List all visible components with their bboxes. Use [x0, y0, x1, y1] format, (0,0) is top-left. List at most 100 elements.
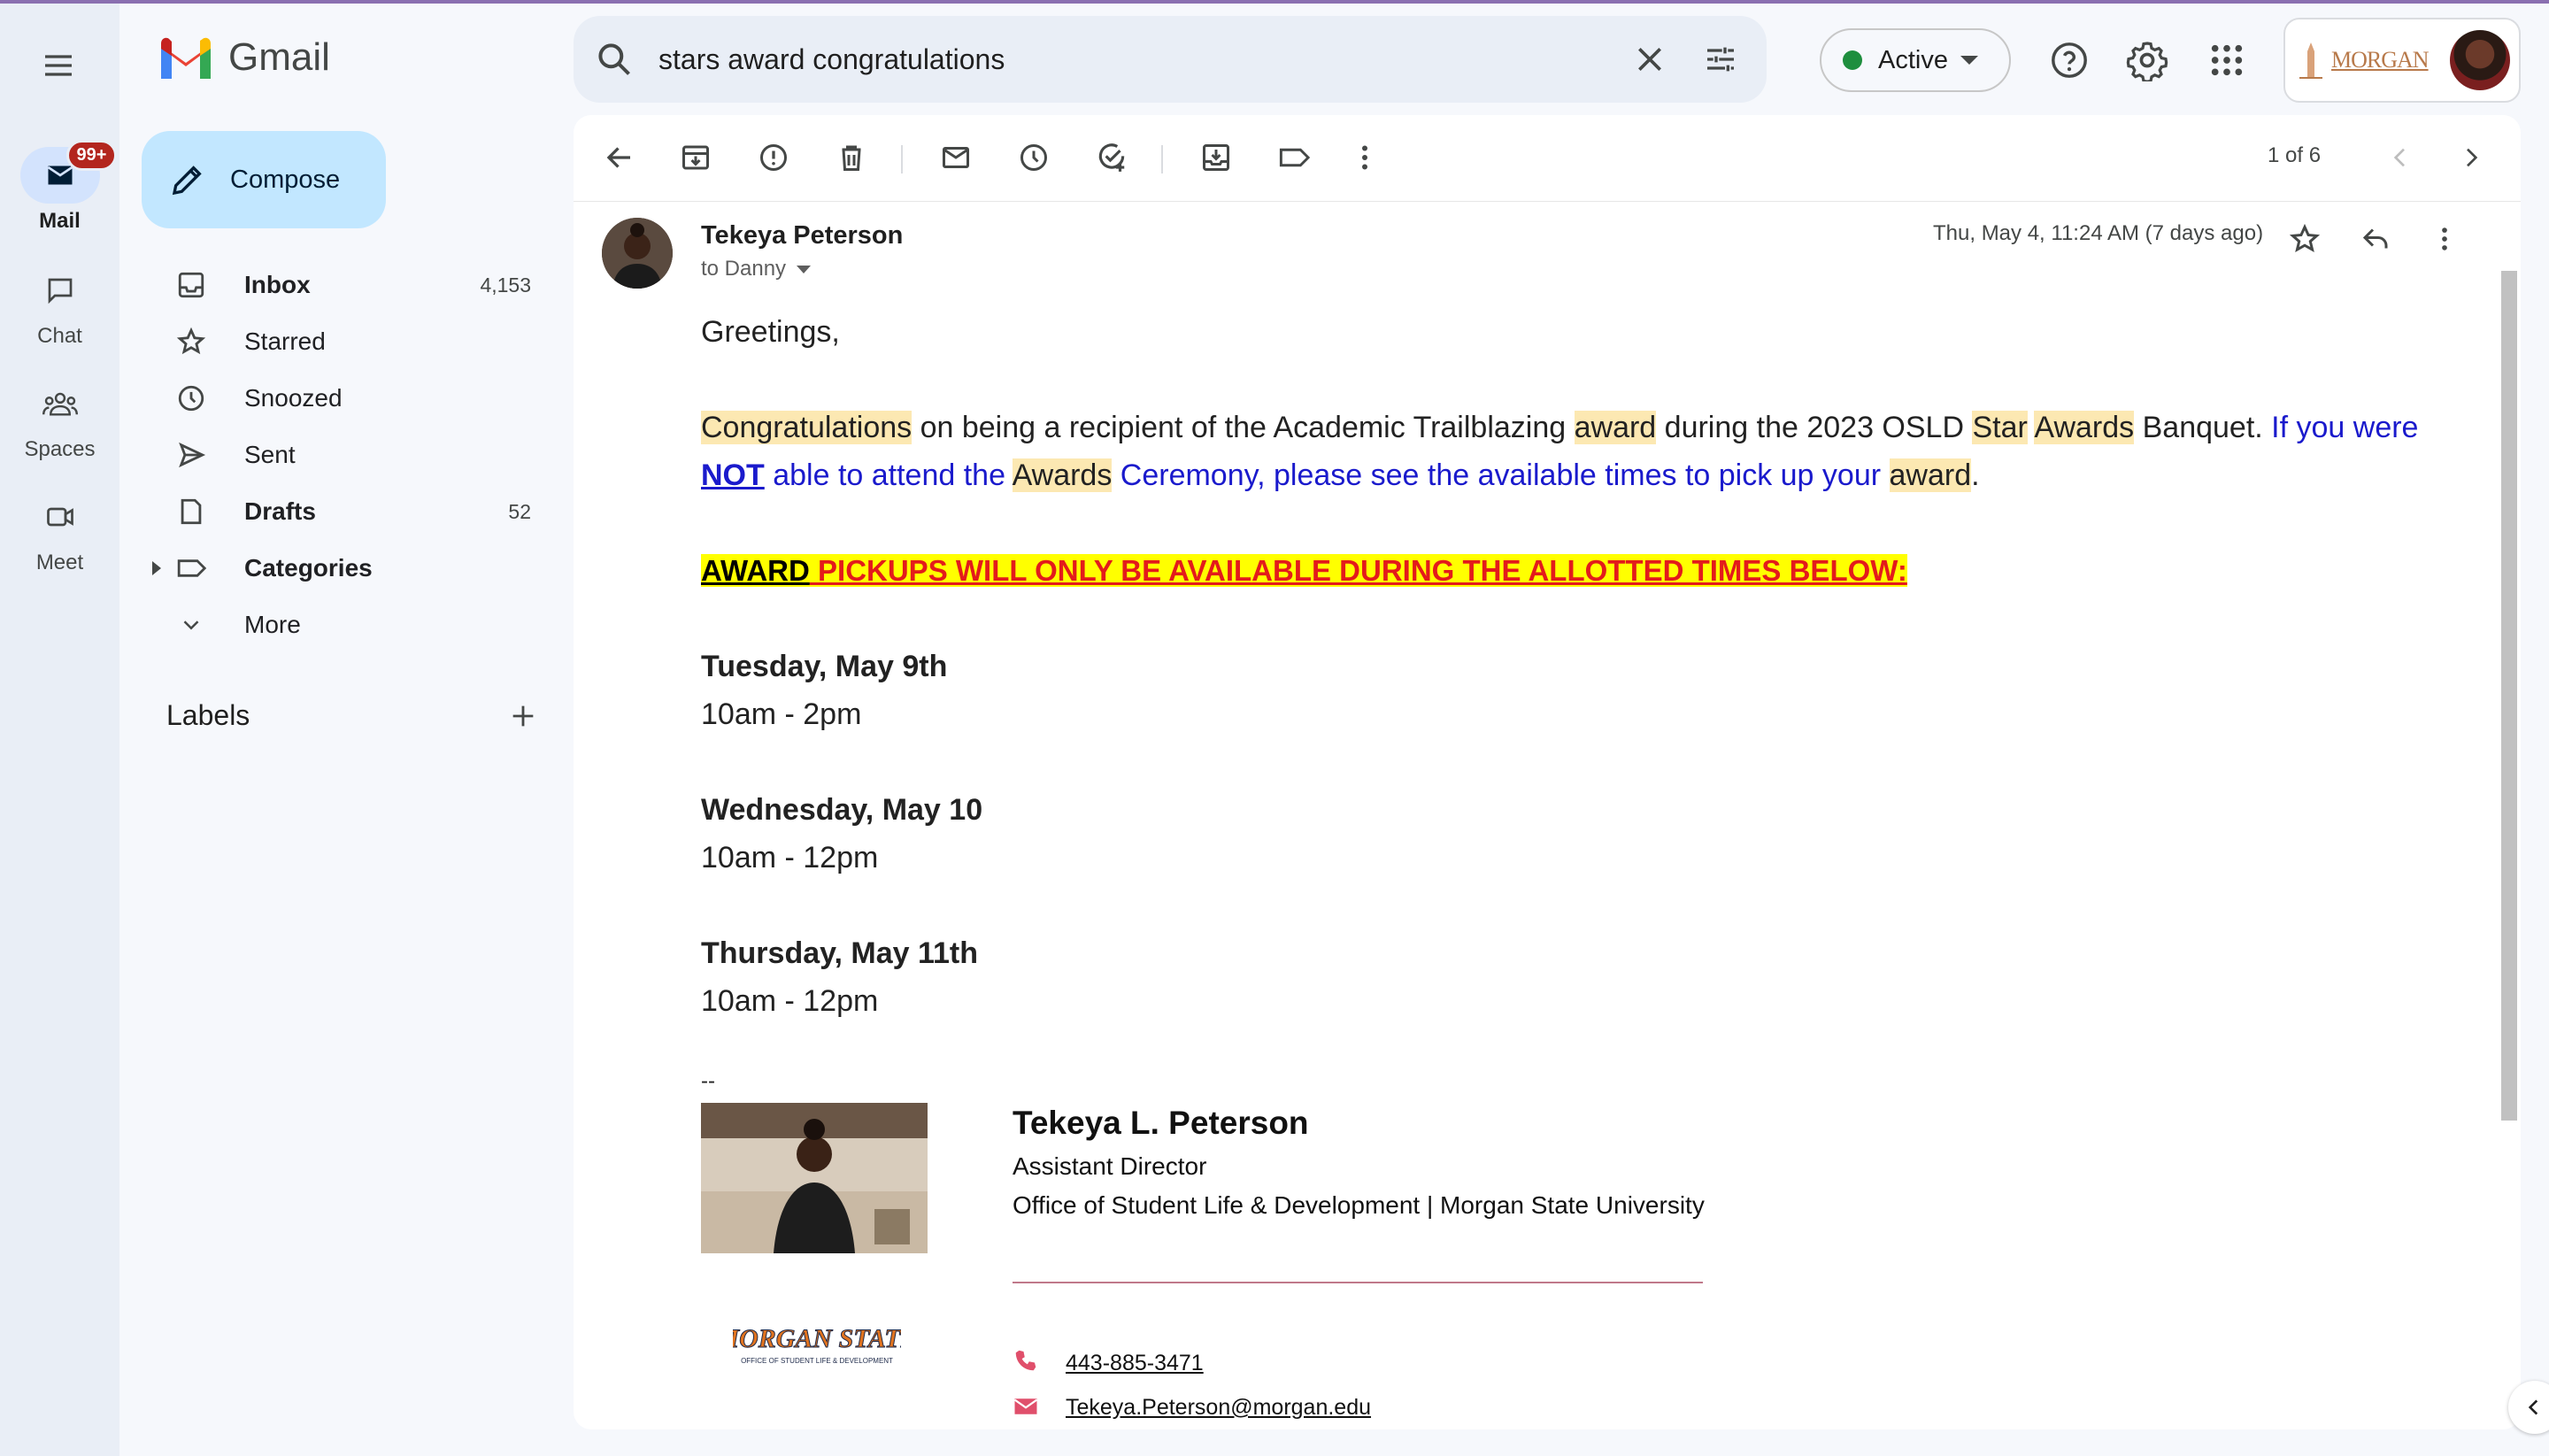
phone-icon [1015, 1350, 1036, 1371]
nav-label-categories: Categories [244, 554, 373, 582]
nav-item-inbox[interactable]: Inbox 4,153 [142, 257, 549, 313]
nav-item-sent[interactable]: Sent [142, 427, 549, 483]
clock-icon [173, 381, 209, 416]
status-dot [1843, 50, 1862, 70]
clock-icon [1020, 144, 1047, 171]
rail-item-chat[interactable]: Chat [0, 262, 119, 349]
snooze-button[interactable] [1009, 133, 1059, 182]
schedule-day: Thursday, May 11th [701, 936, 979, 970]
schedule-time: 10am - 12pm [701, 984, 879, 1018]
nav-item-drafts[interactable]: Drafts 52 [142, 483, 549, 540]
mail-icon: 99+ [19, 140, 118, 204]
nav-item-starred[interactable]: Starred [142, 313, 549, 370]
move-to-inbox-icon [1203, 144, 1229, 171]
nav-item-categories[interactable]: Categories [142, 540, 549, 597]
search-bar [574, 16, 1767, 103]
org-logo-text: MORGAN [2331, 47, 2430, 73]
signature-name: Tekeya L. Peterson [1013, 1105, 1309, 1141]
mark-unread-button[interactable] [931, 133, 981, 182]
search-options-button[interactable] [1696, 35, 1745, 84]
logo-wordmark: MORGAN STATE [733, 1324, 901, 1353]
rail-item-spaces[interactable]: Spaces [0, 375, 119, 462]
message-more-button[interactable] [2420, 214, 2469, 264]
back-button[interactable] [595, 133, 644, 182]
signature-phone-link[interactable]: 443-885-3471 [1066, 1351, 1204, 1376]
inbox-icon [173, 267, 209, 303]
gmail-logo[interactable]: Gmail [158, 35, 330, 80]
pager-text: 1 of 6 [2268, 143, 2322, 167]
rail-label-meet: Meet [35, 551, 84, 574]
rail-item-mail[interactable]: 99+ Mail [0, 140, 119, 234]
nav-count-drafts: 52 [508, 499, 531, 523]
greeting: Greetings, [701, 315, 840, 349]
logo-subtext: OFFICE OF STUDENT LIFE & DEVELOPMENT [741, 1357, 893, 1365]
signature-photo [701, 1103, 928, 1253]
status-selector[interactable]: Active [1820, 28, 2011, 92]
signature-separator: -- [701, 1069, 715, 1093]
avatar[interactable] [2450, 30, 2510, 90]
pencil-icon [172, 166, 202, 196]
toolbar-divider [901, 145, 903, 173]
search-input[interactable] [658, 42, 1604, 76]
signature-divider [1013, 1282, 1703, 1283]
nav-item-more[interactable]: More [142, 597, 549, 653]
help-button[interactable] [2043, 34, 2096, 87]
more-actions-button[interactable] [1340, 133, 1390, 182]
body-paragraph: Congratulations on being a recipient of … [701, 404, 2453, 499]
account-switcher[interactable]: MORGAN [2283, 18, 2521, 103]
older-button[interactable] [2446, 133, 2496, 182]
settings-button[interactable] [2121, 34, 2174, 87]
add-label-icon[interactable] [508, 701, 538, 731]
highlight-term: award [1574, 411, 1657, 444]
body-text-blue: Ceremony, please see the available times… [1112, 458, 1890, 492]
more-vert-icon [1362, 145, 1367, 170]
sender-name[interactable]: Tekeya Peterson [701, 221, 903, 250]
body-text: . [1971, 458, 1980, 492]
nav-label-inbox: Inbox [244, 271, 311, 298]
tune-icon [1707, 47, 1734, 72]
send-icon [173, 437, 209, 473]
apps-button[interactable] [2200, 34, 2253, 87]
labels-button[interactable] [1269, 133, 1319, 182]
archive-button[interactable] [671, 133, 720, 182]
compose-button[interactable]: Compose [142, 131, 386, 228]
more-vert-icon [2442, 227, 2447, 250]
status-label: Active [1878, 45, 1948, 74]
search-icon[interactable] [595, 40, 634, 79]
signature-org: Office of Student Life & Development | M… [1013, 1191, 1705, 1219]
label-icon [173, 551, 209, 586]
archive-icon [682, 145, 709, 170]
app-rail: 99+ Mail Chat Spaces Meet [0, 4, 119, 1456]
nav-item-snoozed[interactable]: Snoozed [142, 370, 549, 427]
add-task-button[interactable] [1087, 133, 1136, 182]
star-button[interactable] [2280, 214, 2330, 264]
recipient-text: to Danny [701, 257, 787, 281]
draft-icon [173, 494, 209, 529]
chevron-left-icon [2393, 148, 2405, 167]
notice-award: AWARD [701, 554, 810, 587]
move-to-button[interactable] [1191, 133, 1241, 182]
emphasis-not: NOT [701, 458, 765, 492]
scrollbar[interactable] [2501, 271, 2517, 1121]
morgan-state-logo: MORGAN STATE OFFICE OF STUDENT LIFE & DE… [714, 1317, 919, 1370]
main-menu-button[interactable] [34, 41, 83, 90]
clear-search-button[interactable] [1625, 35, 1675, 84]
labels-header: Labels [166, 699, 538, 732]
hamburger-icon [45, 55, 72, 76]
expand-caret-icon[interactable] [152, 561, 161, 575]
rail-label-mail: Mail [39, 209, 81, 233]
sender-avatar[interactable] [602, 218, 673, 289]
rail-item-meet[interactable]: Meet [0, 489, 119, 575]
recipients-toggle[interactable]: to Danny [701, 257, 812, 281]
reply-button[interactable] [2351, 214, 2400, 264]
schedule-time: 10am - 2pm [701, 697, 862, 731]
tower-icon [2299, 42, 2322, 79]
mail-badge: 99+ [65, 140, 118, 171]
message-panel: 1 of 6 Tekeya Peterson to Danny Thu, May… [574, 115, 2521, 1429]
side-panel-toggle[interactable] [2508, 1381, 2549, 1434]
signature-email-link[interactable]: Tekeya.Peterson@morgan.edu [1066, 1395, 1371, 1421]
newer-button[interactable] [2376, 133, 2425, 182]
delete-button[interactable] [827, 133, 876, 182]
report-spam-button[interactable] [749, 133, 798, 182]
arrow-back-icon [606, 147, 630, 168]
